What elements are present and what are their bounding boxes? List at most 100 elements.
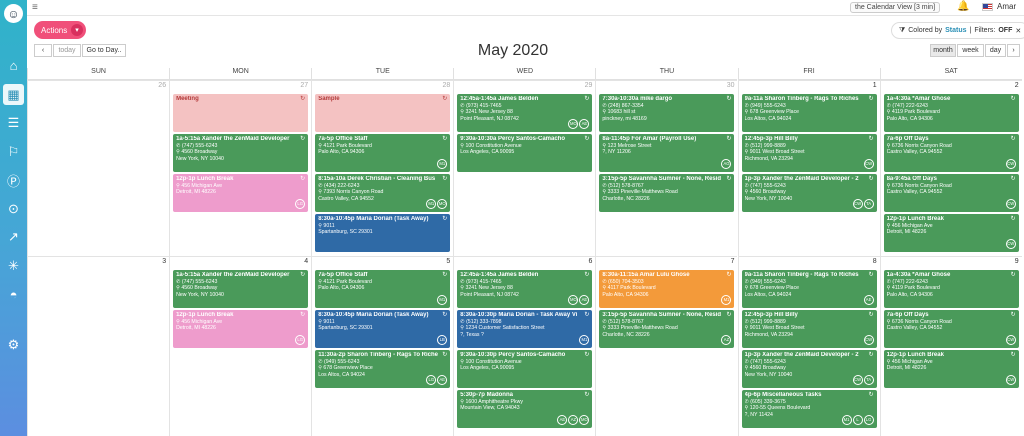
calendar-event[interactable]: 8:30a-11:15a Amar Lulu Ghose ✆ (650) 704-… [599,270,735,308]
assignee-badge[interactable]: CW [852,375,863,385]
day-number[interactable]: 27 [300,82,308,89]
calendar-event[interactable]: 1a-4:30a *Amar Ghose ✆ (747) 222-6243 ⚲ 41… [883,270,1019,308]
day-cell[interactable]: 27 Meeting ↻ 1a-5:15a Xander the ZenMaid De… [169,80,312,256]
assignee-badge[interactable]: TA [863,375,874,385]
day-number[interactable]: 2 [1015,82,1019,89]
week-view-button[interactable]: week [957,44,984,57]
day-number[interactable]: 1 [873,82,877,89]
calendar-event[interactable]: 8:30a-10:45p Maria Dorian (Task Away) ⚲ 9… [315,214,451,252]
calendar-event[interactable]: 9:30a-10:30a Percy Santos-Camacho ⚲ 100 C… [457,134,593,172]
contacts-icon[interactable]: ☰ [3,112,24,133]
day-view-button[interactable]: day [985,44,1006,57]
assignee-badge[interactable]: CW [1005,239,1016,249]
calendar-event[interactable]: 7a-5p Office Staff ⚲ 4121 Park Boulevard P… [315,270,451,308]
calendar-event[interactable]: 1a-5:15a Xander the ZenMaid Developer ✆ (… [173,134,309,172]
calendar-event[interactable]: Meeting ↻ [173,94,309,132]
dashboard-icon[interactable]: ⌂ [3,55,24,76]
day-number[interactable]: 7 [731,258,735,265]
assignee-badge[interactable]: AZ [568,415,579,425]
calendar-event[interactable]: Sample ↻ [315,94,451,132]
calendar-event[interactable]: 12p-1p Lunch Break ⚲ 456 Michigan Ave Detr… [173,174,309,212]
calendar-event[interactable]: 7a-5p Office Staff ⚲ 4121 Park Boulevard P… [315,134,451,172]
assignee-badge[interactable]: M1 [841,415,852,425]
close-icon[interactable]: ✕ [1015,27,1021,35]
calendar-view-chip[interactable]: the Calendar View [3 min] [850,2,941,13]
assignee-badge[interactable]: M1 [426,199,437,209]
calendar-event[interactable]: 12p-1p Lunch Break ⚲ 456 Michigan Ave Detr… [173,310,309,348]
calendar-event[interactable]: 5:30p-7p Madonna ⚲ 1600 Amphitheatre Pkwy… [457,390,593,428]
calendar-event[interactable]: 12p-1p Lunch Break ⚲ 456 Michigan Ave Detr… [883,350,1019,388]
calendar-event[interactable]: 7:30a-10:30a mike dargo ✆ (248) 867-3354 ⚲… [599,94,735,132]
day-cell[interactable]: 4 1a-5:15a Xander the ZenMaid Developer ✆ … [169,256,312,436]
assignee-badge[interactable]: MO [579,415,590,425]
assignee-badge[interactable]: M1 [437,295,448,305]
calendar-event[interactable]: 9a-11a Sharon Tinberg - Rags To Riches ✆ … [741,270,877,308]
assignee-badge[interactable]: CW [863,335,874,345]
assignee-badge[interactable]: CW [863,159,874,169]
day-cell[interactable]: 28 Sample ↻ 7a-5p Office Staff ⚲ 4121 Park B… [311,80,454,256]
assignee-badge[interactable]: M1 [437,159,448,169]
calendar-event[interactable]: 8:15a-10a Derek Christian - Cleaning Bus… [315,174,451,212]
assignee-badge[interactable]: AE [863,295,874,305]
day-number[interactable]: 29 [585,82,593,89]
calendar-event[interactable]: 12:45p-3p Hill Billy ✆ (512) 999-8889 ⚲ 90… [741,310,877,348]
day-cell[interactable]: 2 1a-4:30a *Amar Ghose ✆ (747) 222-6243 ⚲ 4… [879,80,1022,256]
calendar-icon[interactable]: ▦ [3,84,24,105]
month-view-button[interactable]: month [930,44,956,57]
assignee-badge[interactable]: LG [295,199,306,209]
calendar-event[interactable]: 12:45a-1:45a James Belden ✆ (973) 415-746… [457,270,593,308]
day-number[interactable]: 6 [588,258,592,265]
go-to-day-button[interactable]: Go to Day.. [82,44,126,57]
prev-month-button[interactable]: ‹ [34,44,52,57]
day-number[interactable]: 28 [442,82,450,89]
assignee-badge[interactable]: AE [557,415,568,425]
calendar-event[interactable]: 8:30a-10:45p Maria Dorian (Task Away) ⚲ 9… [315,310,451,348]
calendar-event[interactable]: 1p-3p Xander the ZenMaid Developer - 2 ✆ … [741,350,877,388]
assignee-badge[interactable]: LG [426,375,437,385]
calendar-event[interactable]: 12p-1p Lunch Break ⚲ 456 Michigan Ave Detr… [883,214,1019,252]
actions-button[interactable]: Actions ▾ [34,21,86,39]
calendar-event[interactable]: 8:30a-10:30p Maria Dorian - Task Away Vi… [457,310,593,348]
assignee-badge[interactable]: MO [437,199,448,209]
day-cell[interactable]: 30 7:30a-10:30a mike dargo ✆ (248) 867-335… [595,80,738,256]
assignee-badge[interactable]: AZ [721,335,732,345]
day-number[interactable]: 3 [162,258,166,265]
ideas-icon[interactable]: ✳ [3,255,24,276]
reports-icon[interactable]: ↗ [3,226,24,247]
calendar-event[interactable]: 1a-4:30a *Amar Ghose ✆ (747) 222-6243 ⚲ 41… [883,94,1019,132]
calendar-event[interactable]: 3:15p-5p Savannha Sumner - None, Resid ✆ … [599,174,735,212]
assignee-badge[interactable]: M1 [579,335,590,345]
assignee-badge[interactable]: CW [1005,375,1016,385]
assignee-badge[interactable]: L [852,415,863,425]
assignee-badge[interactable]: CW [1005,159,1016,169]
colored-by-filter[interactable]: ⧩ Colored by Status | Filters: OFF ✕ [891,22,1024,39]
day-number[interactable]: 5 [446,258,450,265]
calendar-event[interactable]: 7a-6p Off Days ⚲ 6736 Norris Canyon Road C… [883,134,1019,172]
assignee-badge[interactable]: CW [852,199,863,209]
assignee-badge[interactable]: TA [863,199,874,209]
day-number[interactable]: 30 [727,82,735,89]
user-menu[interactable]: Amar [997,2,1016,11]
assignee-badge[interactable]: LB [437,335,448,345]
day-cell[interactable]: 5 7a-5p Office Staff ⚲ 4121 Park Boulevard… [311,256,454,436]
assignee-badge[interactable]: LG [863,415,874,425]
day-number[interactable]: 9 [1015,258,1019,265]
assignee-badge[interactable]: LG [295,335,306,345]
payroll-icon[interactable]: Ⓟ [3,170,24,191]
calendar-event[interactable]: 1a-5:15a Xander the ZenMaid Developer ✆ (… [173,270,309,308]
settings-icon[interactable]: ⚙ [3,334,24,355]
menu-icon[interactable]: ≡ [32,2,38,13]
assignee-badge[interactable]: M1 [721,295,732,305]
cleaning-icon[interactable]: ◓ [3,284,24,305]
today-button[interactable]: today [53,44,81,57]
day-cell[interactable]: 26 [27,80,170,256]
calendar-event[interactable]: 11:30a-2p Sharon Tinberg - Rags To Riche… [315,350,451,388]
assignee-badge[interactable]: AE [579,295,590,305]
notification-bell-icon[interactable]: 🔔 [957,1,969,12]
app-logo-icon[interactable]: ☺ [4,4,23,23]
assignee-badge[interactable]: AG [721,159,732,169]
day-cell[interactable]: 8 9a-11a Sharon Tinberg - Rags To Riches ✆… [737,256,880,436]
day-cell[interactable]: 3 [27,256,170,436]
calendar-event[interactable]: 7a-6p Off Days ⚲ 6736 Norris Canyon Road C… [883,310,1019,348]
us-flag-icon[interactable] [982,3,993,11]
